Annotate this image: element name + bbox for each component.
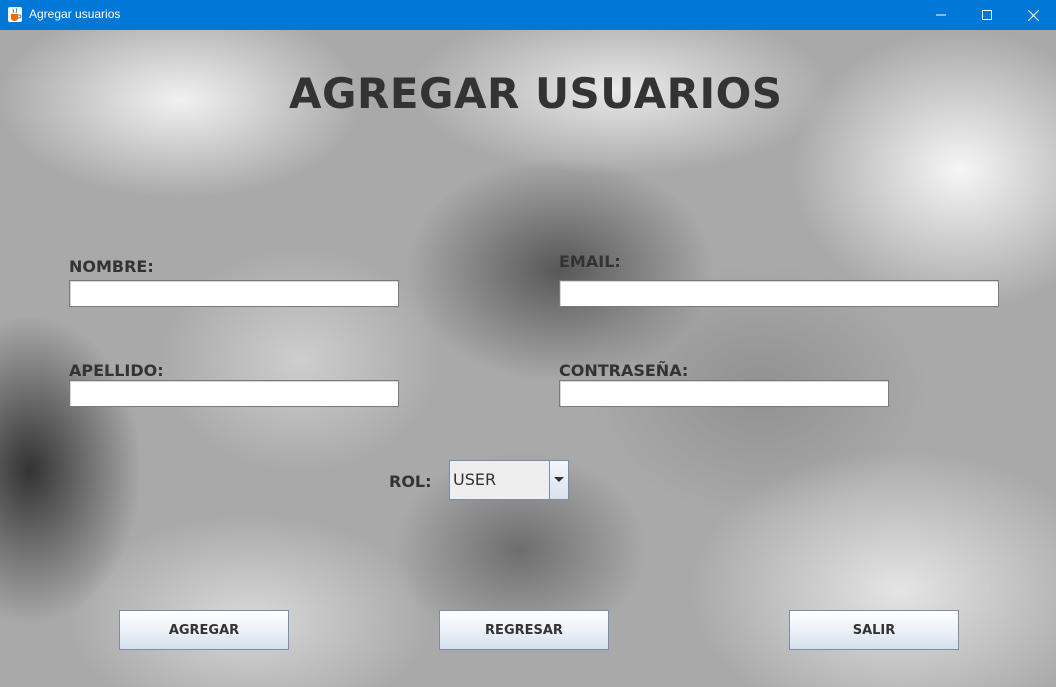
apellido-field[interactable] — [69, 380, 399, 407]
form-panel: AGREGAR USUARIOS NOMBRE: EMAIL: APELLIDO… — [0, 30, 1056, 687]
regresar-button[interactable]: REGRESAR — [439, 610, 609, 650]
chevron-down-icon — [554, 477, 564, 482]
email-field[interactable] — [559, 280, 999, 307]
title-bar: Agregar usuarios — [0, 0, 1056, 30]
agregar-button[interactable]: AGREGAR — [119, 610, 289, 650]
contrasena-label: CONTRASEÑA: — [559, 361, 689, 380]
contrasena-field[interactable] — [559, 380, 889, 407]
page-title: AGREGAR USUARIOS — [289, 69, 783, 118]
window-title: Agregar usuarios — [29, 7, 121, 21]
rol-select[interactable]: USER — [449, 460, 569, 500]
close-icon — [1027, 9, 1039, 21]
maximize-icon — [982, 10, 992, 20]
apellido-label: APELLIDO: — [69, 361, 164, 380]
email-label: EMAIL: — [559, 252, 621, 271]
salir-button[interactable]: SALIR — [789, 610, 959, 650]
minimize-button[interactable] — [918, 0, 964, 30]
nombre-label: NOMBRE: — [69, 257, 154, 276]
nombre-field[interactable] — [69, 280, 399, 307]
rol-selected-value: USER — [453, 470, 497, 489]
minimize-icon — [936, 14, 946, 16]
dropdown-arrow-button[interactable] — [549, 461, 568, 499]
java-cup-icon — [8, 7, 22, 22]
rol-label: ROL: — [389, 472, 432, 491]
close-button[interactable] — [1010, 0, 1056, 30]
maximize-button[interactable] — [964, 0, 1010, 30]
